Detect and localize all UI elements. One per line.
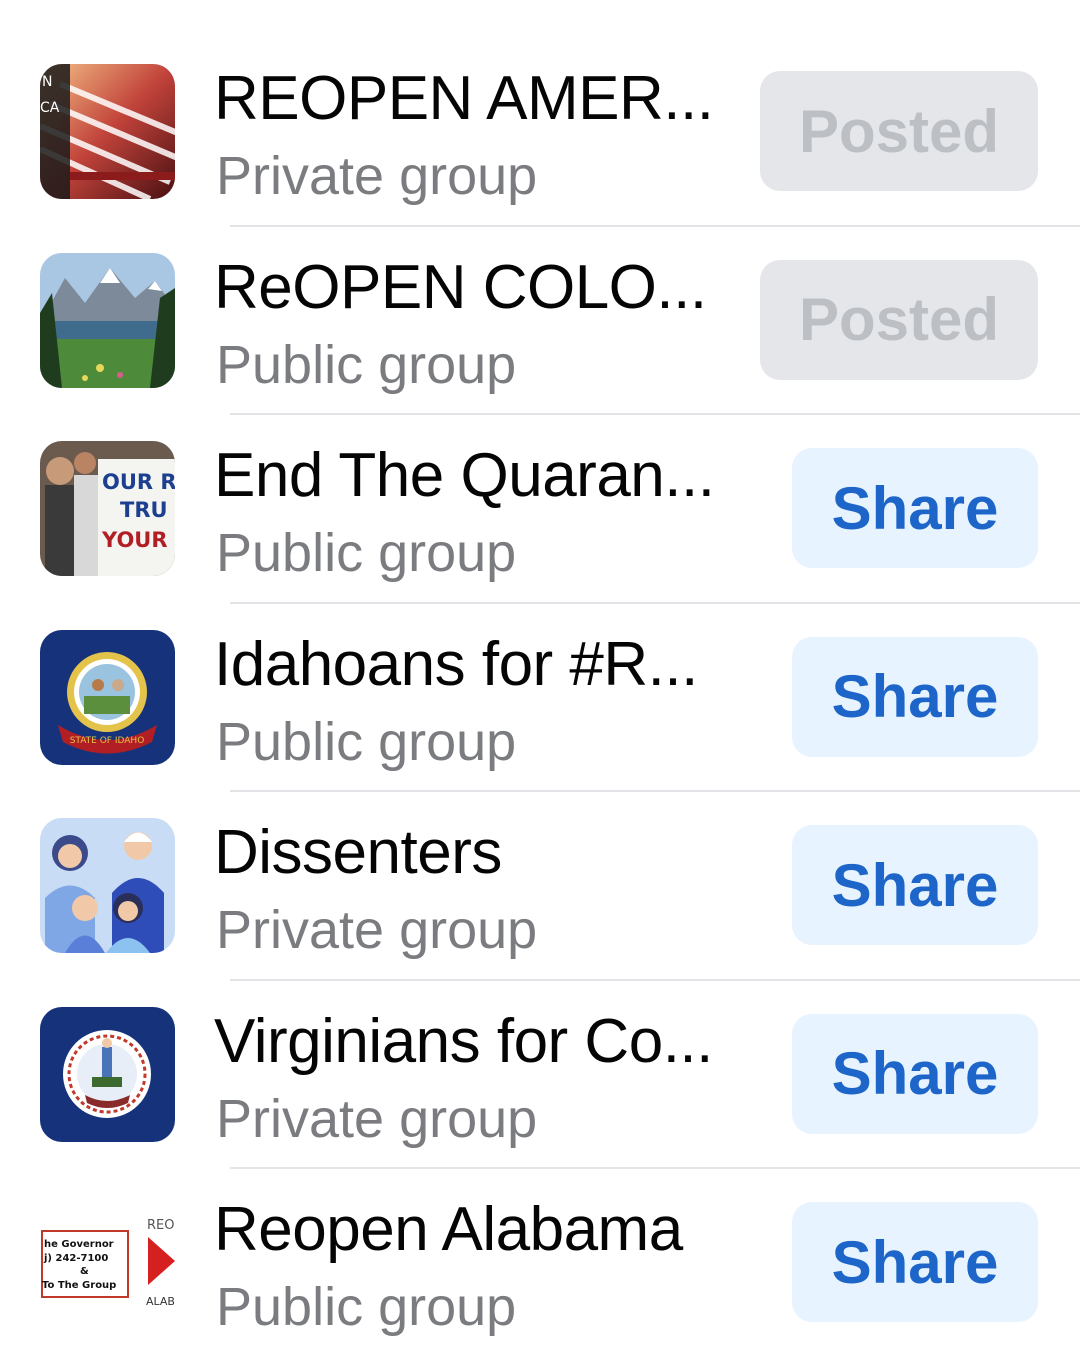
protest-sign-image: OUR RI TRU YOUR (40, 441, 175, 576)
group-privacy: Public group (216, 711, 517, 772)
group-list: N CA REOPEN AMER... Private group Posted (0, 38, 1080, 1358)
group-name: Virginians for Co... (214, 1006, 713, 1076)
group-row-dissenters[interactable]: Dissenters Private group Share (0, 792, 1080, 981)
flyer-text-2: j) 242-7100 (43, 1253, 108, 1264)
posted-button[interactable]: Posted (760, 259, 1038, 380)
sign-text-2: TRU (120, 498, 168, 522)
sign-text-1: OUR RI (102, 470, 175, 494)
sign-text-3: YOUR (101, 528, 168, 552)
group-row-virginians[interactable]: Virginians for Co... Private group Share (0, 981, 1080, 1169)
group-privacy: Private group (216, 900, 538, 960)
share-button[interactable]: Share (792, 448, 1038, 568)
group-privacy: Private group (216, 146, 538, 206)
share-button[interactable]: Share (792, 636, 1038, 757)
people-illustration-image (40, 818, 175, 953)
seal-banner-text: STATE OF IDAHO (70, 736, 145, 746)
svg-text:CA: CA (40, 100, 60, 116)
flyer-text-5: REO (147, 1218, 174, 1233)
group-row-reopen-alabama[interactable]: he Governor j) 242-7100 & To The Group R… (0, 1169, 1080, 1358)
flyer-text-6: ALAB (146, 1295, 175, 1308)
posted-button[interactable]: Posted (760, 71, 1038, 191)
group-thumbnail[interactable]: STATE OF IDAHO (40, 629, 175, 765)
group-thumbnail[interactable]: he Governor j) 242-7100 & To The Group R… (40, 1195, 175, 1330)
group-privacy: Public group (216, 1277, 517, 1337)
svg-text:N: N (42, 74, 52, 90)
share-button[interactable]: Share (792, 1013, 1038, 1134)
group-row-reopen-america[interactable]: N CA REOPEN AMER... Private group Posted (0, 38, 1080, 227)
group-name: Dissenters (214, 818, 502, 887)
group-thumbnail[interactable]: OUR RI TRU YOUR (40, 441, 175, 576)
alabama-flyer-image: he Governor j) 242-7100 & To The Group R… (40, 1195, 175, 1330)
group-name: End The Quaran... (214, 441, 715, 510)
group-privacy: Public group (216, 523, 517, 583)
mountain-lake-image (40, 252, 175, 388)
group-name: Idahoans for #R... (214, 629, 698, 699)
group-thumbnail[interactable] (40, 818, 175, 953)
flyer-text-1: he Governor (44, 1239, 114, 1250)
american-flag-image: N CA (40, 64, 175, 199)
group-name: Reopen Alabama (214, 1195, 683, 1264)
group-name: ReOPEN COLO... (214, 252, 707, 322)
share-button[interactable]: Share (792, 1202, 1038, 1322)
group-thumbnail[interactable]: N CA (40, 64, 175, 199)
group-row-reopen-colorado[interactable]: ReOPEN COLO... Public group Posted (0, 227, 1080, 415)
group-name: REOPEN AMER... (214, 64, 714, 133)
flyer-text-4: To The Group (42, 1280, 116, 1291)
group-row-end-the-quarantine[interactable]: OUR RI TRU YOUR End The Quaran... Public… (0, 415, 1080, 604)
flyer-text-3: & (80, 1266, 89, 1277)
share-button[interactable]: Share (792, 825, 1038, 945)
group-row-idahoans[interactable]: STATE OF IDAHO Idahoans for #R... Public… (0, 604, 1080, 792)
group-thumbnail[interactable] (40, 1006, 175, 1142)
group-privacy: Public group (216, 334, 517, 395)
group-thumbnail[interactable] (40, 252, 175, 388)
group-privacy: Private group (216, 1088, 538, 1149)
idaho-state-seal-image: STATE OF IDAHO (40, 629, 175, 765)
virginia-state-seal-image (40, 1006, 175, 1142)
